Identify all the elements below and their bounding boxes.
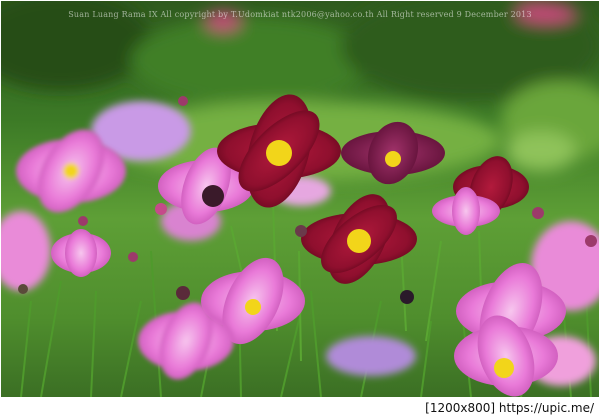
pink-flower-lower-left bbox=[51, 229, 111, 277]
cosmos-flower-photo: Suan Luang Rama IX All copyright by T.Ud… bbox=[1, 1, 599, 397]
photo-watermark: Suan Luang Rama IX All copyright by T.Ud… bbox=[68, 10, 532, 19]
source-link[interactable]: https://upic.me/ bbox=[499, 401, 594, 415]
image-footer: [1200x800] https://upic.me/ bbox=[0, 398, 600, 419]
image-frame: Suan Luang Rama IX All copyright by T.Ud… bbox=[0, 0, 600, 419]
footer-caption: [1200x800] https://upic.me/ bbox=[425, 401, 594, 415]
image-resolution: [1200x800] bbox=[425, 401, 496, 415]
photo-illustration bbox=[1, 1, 599, 397]
